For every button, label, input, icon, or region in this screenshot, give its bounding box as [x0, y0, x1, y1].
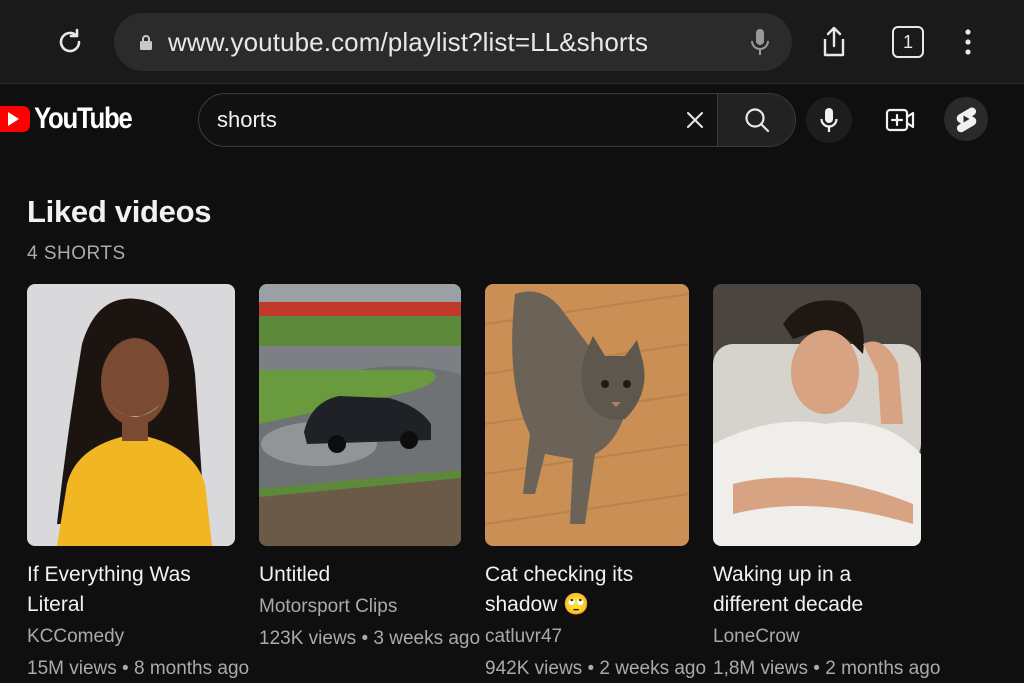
microphone-icon — [820, 108, 838, 132]
video-thumbnail[interactable] — [27, 284, 235, 546]
upload-age: 2 weeks ago — [599, 658, 707, 679]
youtube-logo-icon — [0, 106, 30, 132]
video-title[interactable]: Untitled — [259, 560, 461, 590]
video-title-text: Cat checking its shadow — [485, 563, 634, 616]
video-meta: 942K views • 2 weeks ago — [485, 658, 707, 679]
microphone-icon[interactable] — [746, 27, 774, 57]
video-thumbnail[interactable] — [713, 284, 921, 546]
shorts-icon[interactable] — [944, 97, 988, 141]
video-card[interactable]: If Everything Was Literal KCComedy 15M v… — [27, 284, 250, 682]
view-count: 1,8M views — [713, 658, 809, 679]
address-bar[interactable]: www.youtube.com/playlist?list=LL&shorts — [114, 13, 792, 71]
page-title: Liked videos — [27, 194, 212, 229]
browser-toolbar: ‹ www.youtube.com/playlist?list=LL&short… — [0, 0, 1024, 84]
share-icon[interactable] — [816, 24, 852, 60]
video-card[interactable]: Cat checking its shadow 🙄 catluvr47 942K… — [485, 284, 707, 682]
search-icon — [744, 108, 769, 133]
reload-icon[interactable] — [52, 24, 88, 60]
back-arrow-icon[interactable]: ‹ — [0, 28, 12, 56]
video-title[interactable]: Waking up in a different decade — [713, 560, 921, 620]
view-count: 15M views — [27, 658, 117, 679]
url-text[interactable]: www.youtube.com/playlist?list=LL&shorts — [168, 27, 648, 58]
voice-search-button[interactable] — [806, 97, 852, 143]
view-count: 123K views — [259, 628, 357, 649]
search-input[interactable] — [199, 94, 673, 146]
video-card[interactable]: Untitled Motorsport Clips 123K views • 3… — [259, 284, 481, 652]
video-card[interactable]: Waking up in a different decade LoneCrow… — [713, 284, 941, 682]
channel-name[interactable]: catluvr47 — [485, 624, 689, 650]
logo-wordmark: YouTube — [34, 102, 133, 135]
view-count: 942K views — [485, 658, 583, 679]
video-thumbnail[interactable] — [485, 284, 689, 546]
video-thumbnail[interactable] — [259, 284, 461, 546]
video-meta: 1,8M views • 2 months ago — [713, 658, 941, 679]
search-button[interactable] — [717, 94, 795, 146]
upload-age: 2 months ago — [825, 658, 941, 679]
clear-icon[interactable] — [673, 94, 717, 146]
video-meta: 123K views • 3 weeks ago — [259, 628, 481, 649]
more-vertical-icon[interactable] — [956, 24, 980, 60]
tab-switcher-icon[interactable]: 1 — [892, 26, 924, 58]
site-header: YouTube — [0, 84, 1024, 156]
channel-name[interactable]: Motorsport Clips — [259, 594, 461, 620]
shorts-count: 4 SHORTS — [27, 243, 126, 264]
video-meta: 15M views • 8 months ago — [27, 658, 250, 679]
video-title[interactable]: If Everything Was Literal — [27, 560, 235, 620]
upload-age: 3 weeks ago — [373, 628, 481, 649]
emoji: 🙄 — [563, 593, 590, 616]
upload-age: 8 months ago — [133, 658, 250, 679]
create-video-icon[interactable] — [878, 98, 922, 142]
youtube-logo[interactable]: YouTube — [0, 102, 147, 136]
search-box — [198, 93, 796, 147]
video-title[interactable]: Cat checking its shadow 🙄 — [485, 560, 689, 620]
channel-name[interactable]: LoneCrow — [713, 624, 921, 650]
lock-icon — [138, 33, 154, 51]
channel-name[interactable]: KCComedy — [27, 624, 235, 650]
